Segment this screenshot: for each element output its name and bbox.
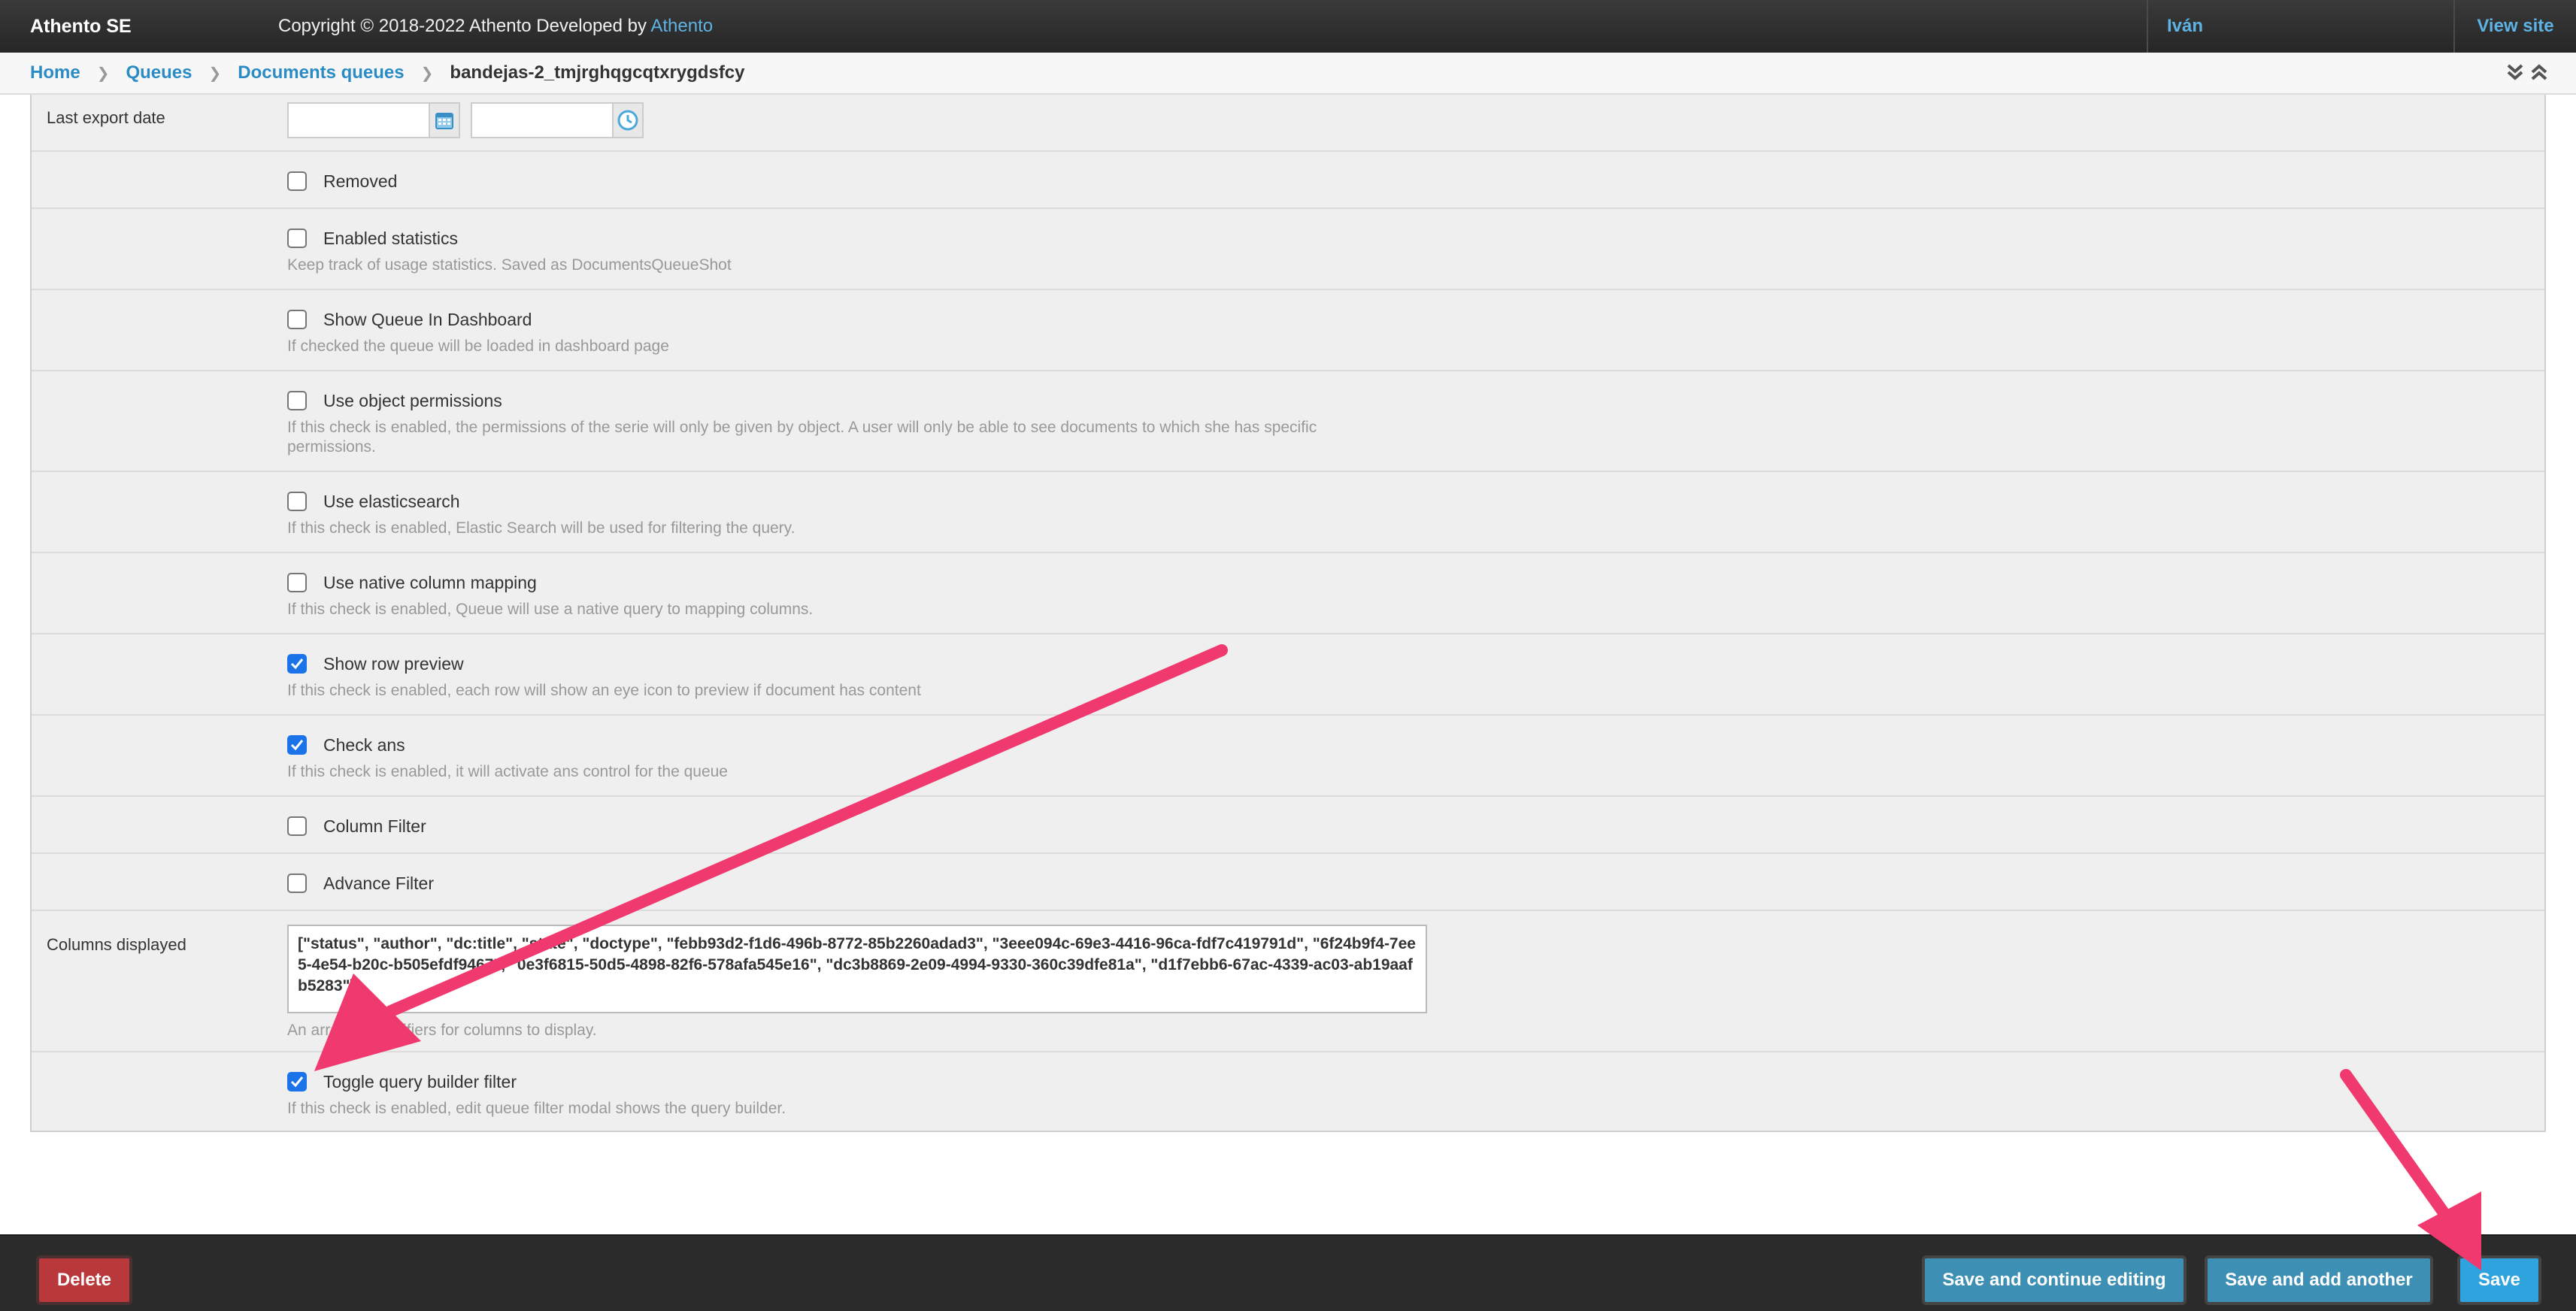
columns-displayed-help: An array of identifiers for columns to d…: [287, 1022, 597, 1039]
native-mapping-label: Use native column mapping: [323, 572, 537, 592]
breadcrumb-queues[interactable]: Queues: [126, 62, 192, 83]
breadcrumb-current: bandejas-2_tmjrghqgcqtxrygdsfcy: [450, 62, 745, 83]
breadcrumb-documents-queues[interactable]: Documents queues: [238, 62, 404, 83]
advance-filter-checkbox[interactable]: [287, 873, 307, 893]
enabled-statistics-help: Keep track of usage statistics. Saved as…: [287, 256, 732, 274]
query-builder-row: Toggle query builder filter If this chec…: [32, 1052, 2544, 1131]
chevron-right-icon: ❯: [96, 65, 110, 82]
clock-icon[interactable]: [612, 102, 644, 138]
copyright-text: Copyright © 2018-2022 Athento Developed …: [278, 16, 651, 36]
advance-filter-label: Advance Filter: [323, 873, 435, 893]
removed-row: Removed: [32, 152, 2544, 209]
breadcrumb-home[interactable]: Home: [30, 62, 80, 83]
user-menu-link[interactable]: Iván: [2167, 16, 2203, 37]
view-site-area: View site: [2455, 0, 2576, 53]
query-builder-help: If this check is enabled, edit queue fil…: [287, 1100, 786, 1117]
double-chevron-down-icon[interactable]: [2505, 62, 2525, 83]
object-permissions-checkbox[interactable]: [287, 391, 307, 410]
athento-link[interactable]: Athento: [650, 16, 713, 36]
chevron-right-icon: ❯: [420, 65, 434, 82]
query-builder-label: Toggle query builder filter: [323, 1071, 517, 1091]
calendar-icon[interactable]: [429, 102, 460, 138]
last-export-row: Last export date: [32, 95, 2544, 152]
top-header: Athento SE Copyright © 2018-2022 Athento…: [0, 0, 2576, 53]
time-input[interactable]: [471, 102, 614, 138]
queue-form: Last export date Removed Enabled statist…: [30, 95, 2546, 1132]
checkmark-icon: [290, 659, 304, 670]
submit-row: Delete Save and continue editing Save an…: [0, 1234, 2576, 1311]
chevron-right-icon: ❯: [208, 65, 222, 82]
column-filter-row: Column Filter: [32, 797, 2544, 854]
save-button[interactable]: Save: [2457, 1255, 2541, 1305]
row-preview-label: Show row preview: [323, 653, 464, 674]
removed-checkbox[interactable]: [287, 171, 307, 191]
last-export-label: Last export date: [47, 108, 165, 127]
copyright: Copyright © 2018-2022 Athento Developed …: [278, 16, 713, 37]
row-preview-row: Show row preview If this check is enable…: [32, 634, 2544, 716]
save-and-continue-button[interactable]: Save and continue editing: [1922, 1255, 2187, 1305]
date-input[interactable]: [287, 102, 430, 138]
check-ans-help: If this check is enabled, it will activa…: [287, 763, 728, 780]
last-export-field: [287, 102, 644, 138]
query-builder-checkbox[interactable]: [287, 1072, 307, 1091]
delete-button[interactable]: Delete: [36, 1255, 132, 1305]
elasticsearch-row: Use elasticsearch If this check is enabl…: [32, 472, 2544, 553]
view-site-link[interactable]: View site: [2477, 16, 2553, 37]
column-filter-label: Column Filter: [323, 816, 426, 836]
native-mapping-help: If this check is enabled, Queue will use…: [287, 601, 814, 618]
breadcrumb: Home ❯ Queues ❯ Documents queues ❯ bande…: [0, 53, 2576, 95]
object-permissions-row: Use object permissions If this check is …: [32, 371, 2544, 472]
show-dashboard-help: If checked the queue will be loaded in d…: [287, 338, 669, 355]
check-ans-row: Check ans If this check is enabled, it w…: [32, 716, 2544, 797]
enabled-statistics-row: Enabled statistics Keep track of usage s…: [32, 209, 2544, 290]
show-dashboard-label: Show Queue In Dashboard: [323, 309, 532, 329]
check-ans-checkbox[interactable]: [287, 735, 307, 755]
row-preview-help: If this check is enabled, each row will …: [287, 682, 921, 699]
native-mapping-row: Use native column mapping If this check …: [32, 553, 2544, 634]
removed-label: Removed: [323, 171, 398, 191]
columns-displayed-textarea[interactable]: ["status", "author", "dc:title", "state"…: [287, 925, 1427, 1013]
check-ans-label: Check ans: [323, 734, 405, 755]
elasticsearch-checkbox[interactable]: [287, 492, 307, 511]
show-dashboard-row: Show Queue In Dashboard If checked the q…: [32, 290, 2544, 371]
double-chevron-up-icon[interactable]: [2529, 62, 2549, 83]
brand-name: Athento SE: [30, 15, 132, 37]
enabled-statistics-checkbox[interactable]: [287, 229, 307, 248]
columns-displayed-label: Columns displayed: [47, 935, 186, 954]
column-filter-checkbox[interactable]: [287, 816, 307, 836]
advance-filter-row: Advance Filter: [32, 854, 2544, 911]
columns-displayed-row: Columns displayed ["status", "author", "…: [32, 911, 2544, 1052]
user-tools: Iván: [2147, 0, 2455, 53]
row-preview-checkbox[interactable]: [287, 654, 307, 674]
collapse-toggles: [2505, 62, 2549, 83]
checkmark-icon: [290, 1076, 304, 1088]
checkmark-icon: [290, 740, 304, 751]
elasticsearch-label: Use elasticsearch: [323, 491, 460, 511]
show-dashboard-checkbox[interactable]: [287, 310, 307, 329]
object-permissions-help: If this check is enabled, the permission…: [287, 419, 1317, 456]
elasticsearch-help: If this check is enabled, Elastic Search…: [287, 519, 796, 537]
enabled-statistics-label: Enabled statistics: [323, 228, 458, 248]
native-mapping-checkbox[interactable]: [287, 573, 307, 592]
save-and-add-another-button[interactable]: Save and add another: [2205, 1255, 2433, 1305]
object-permissions-label: Use object permissions: [323, 390, 502, 410]
